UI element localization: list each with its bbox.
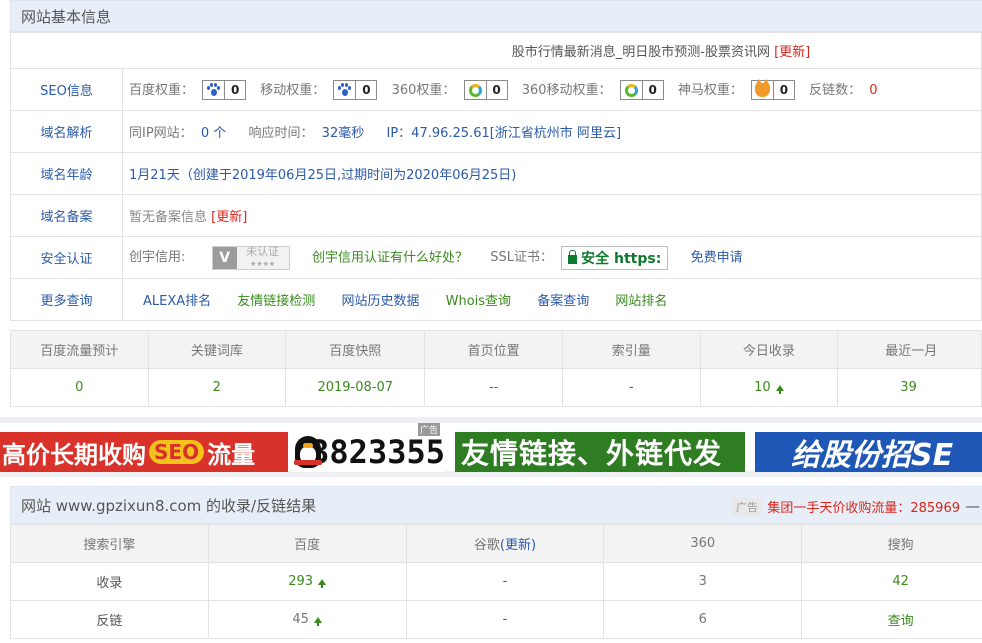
security-row: 安全认证 创宇信用: V 未认证 ★★★★ 创宇信用认证有什么好处？ SSL证书：…	[10, 236, 982, 279]
sogou-query-link[interactable]: 查询	[801, 600, 982, 639]
seo-row: SEO信息 百度权重： 0 移动权重： 0 360权重： 0 360移动权重： …	[10, 68, 982, 111]
shenma-weight-badge[interactable]: 0	[750, 79, 795, 101]
domain-icp-row: 域名备案 暂无备案信息 [更新]	[10, 194, 982, 237]
arrow-up-icon	[775, 384, 784, 394]
arrow-up-icon	[318, 578, 327, 588]
response-time: 32毫秒	[321, 126, 365, 141]
ad-banner-strip: 高价长期收购 SEO 流量 3823355 广告 友情链接、外链代发 给股份招SE	[0, 417, 982, 477]
baidu-weight-badge[interactable]: 0	[202, 80, 247, 101]
security-label: 安全认证	[10, 236, 123, 279]
backlink-count[interactable]: 0	[869, 83, 877, 98]
domain-age-row: 域名年龄 1月21天（创建于2019年06月25日,过期时间为2020年06月2…	[10, 152, 982, 195]
same-ip-count[interactable]: 0 个	[201, 126, 226, 141]
domain-resolve-label: 域名解析	[10, 110, 123, 153]
stats-value-row: 0 2 2019-08-07 -- - 10 39	[10, 368, 982, 407]
more-query-label: 更多查询	[10, 278, 123, 321]
360-ring-icon	[620, 81, 643, 100]
icp-update-link[interactable]: [更新]	[211, 210, 247, 225]
table-row: 反链 45 - 6 查询	[10, 600, 982, 639]
shenma-fox-icon	[751, 79, 774, 100]
whois-link[interactable]: Whois查询	[446, 294, 511, 309]
result-table: 搜索引擎 百度 谷歌(更新) 360 搜狗 收录 293 - 3 42 反链 4…	[10, 524, 982, 639]
https-badge[interactable]: 安全 https:	[561, 245, 669, 270]
site-info-table: 股市行情最新消息_明日股市预测-股票资讯网 [更新] SEO信息 百度权重： 0…	[10, 32, 982, 321]
seo-label: SEO信息	[10, 68, 123, 111]
360-ring-icon	[464, 81, 487, 100]
icp-query-link[interactable]: 备案查询	[537, 294, 589, 309]
update-link[interactable]: [更新]	[774, 45, 810, 60]
table-row: 收录 293 - 3 42	[10, 562, 982, 601]
lock-icon	[568, 249, 578, 264]
arrow-up-icon	[313, 616, 322, 626]
ad-stock[interactable]: 给股份招SE	[755, 432, 982, 472]
site-title-row: 股市行情最新消息_明日股市预测-股票资讯网 [更新]	[10, 32, 982, 69]
friend-link-check-link[interactable]: 友情链接检测	[237, 294, 315, 309]
stats-table: 百度流量预计 关键词库 百度快照 首页位置 索引量 今日收录 最近一月 0 2 …	[10, 330, 982, 407]
more-query-row: 更多查询 ALEXA排名 友情链接检测 网站历史数据 Whois查询 备案查询 …	[10, 278, 982, 321]
icp-value: 暂无备案信息	[129, 210, 208, 225]
site-title: 股市行情最新消息_明日股市预测-股票资讯网	[511, 45, 770, 60]
360-mobile-weight-badge[interactable]: 0	[619, 80, 664, 101]
baidu-paw-icon	[203, 81, 226, 100]
alexa-rank-link[interactable]: ALEXA排名	[143, 294, 211, 309]
ad-badge: 广告	[732, 498, 762, 516]
result-header-row: 搜索引擎 百度 谷歌(更新) 360 搜狗	[10, 524, 982, 563]
verify-icon: V	[212, 246, 237, 269]
ad-tag: 广告	[418, 423, 441, 436]
domain-age-value: 1月21天（创建于2019年06月25日,过期时间为2020年06月25日)	[122, 152, 982, 195]
result-header: 网站 www.gpzixun8.com 的收录/反链结果 广告 集团一手天价收购…	[10, 486, 982, 524]
ip-address-link[interactable]: IP：47.96.25.61[浙江省杭州市 阿里云]	[387, 126, 622, 141]
section-header: 网站基本信息	[10, 0, 982, 32]
google-update-link[interactable]: (更新)	[500, 538, 536, 553]
section-title: 网站基本信息	[21, 7, 112, 26]
history-data-link[interactable]: 网站历史数据	[341, 294, 419, 309]
baidu-paw-icon	[334, 81, 357, 100]
free-ssl-apply-link[interactable]: 免费申请	[691, 250, 743, 265]
traffic-ad-link[interactable]: 集团一手天价收购流量：285969	[767, 497, 960, 516]
stats-header-row: 百度流量预计 关键词库 百度快照 首页位置 索引量 今日收录 最近一月	[10, 330, 982, 369]
cert-benefit-link[interactable]: 创宇信用认证有什么好处？	[312, 250, 468, 265]
chuangyu-cert-badge[interactable]: V 未认证 ★★★★	[211, 245, 290, 270]
domain-icp-label: 域名备案	[10, 194, 123, 237]
result-title: 网站 www.gpzixun8.com 的收录/反链结果	[21, 496, 317, 515]
qq-penguin-icon	[292, 434, 322, 470]
ad-qq[interactable]: 3823355	[292, 432, 445, 472]
ad-seo-traffic[interactable]: 高价长期收购 SEO 流量	[0, 432, 288, 472]
domain-resolve-row: 域名解析 同IP网站： 0 个 响应时间： 32毫秒 IP：47.96.25.6…	[10, 110, 982, 153]
mobile-weight-badge[interactable]: 0	[333, 80, 378, 101]
site-rank-link[interactable]: 网站排名	[615, 294, 667, 309]
ad-friend-links[interactable]: 友情链接、外链代发	[455, 432, 745, 472]
domain-age-label: 域名年龄	[10, 152, 123, 195]
360-weight-badge[interactable]: 0	[463, 80, 508, 101]
